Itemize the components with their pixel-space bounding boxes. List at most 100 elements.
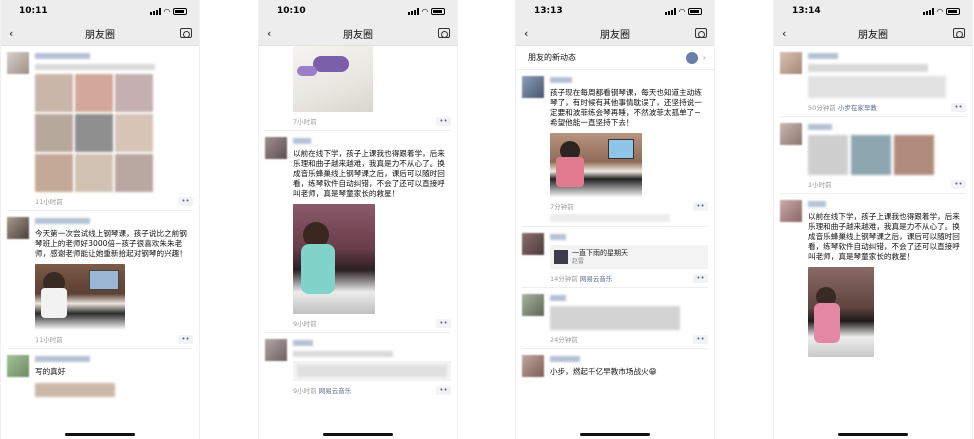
more-dots-icon[interactable]: •• xyxy=(693,201,708,211)
author-name[interactable] xyxy=(808,201,826,207)
post-photo[interactable] xyxy=(808,267,874,357)
more-dots-icon[interactable]: •• xyxy=(436,116,451,126)
post-photo[interactable] xyxy=(35,264,125,330)
signal-icon xyxy=(664,7,676,15)
moment-post: 7小时前 •• xyxy=(265,46,451,131)
avatar[interactable] xyxy=(7,52,29,74)
avatar[interactable] xyxy=(522,233,544,255)
nav-bar: ‹ 朋友圈 xyxy=(259,22,457,46)
home-indicator[interactable] xyxy=(323,433,393,436)
author-name[interactable] xyxy=(35,218,90,224)
author-name[interactable] xyxy=(293,340,313,346)
author-name[interactable] xyxy=(35,356,90,362)
author-name[interactable] xyxy=(550,356,580,362)
post-time: 9小时前 xyxy=(293,320,317,328)
post-text: 孩子现在每周都看钢琴课，每天也知道主动练琴了，有时候有其他事情耽误了，还坚持说一… xyxy=(550,88,702,127)
more-dots-icon[interactable]: •• xyxy=(436,318,451,328)
post-photo[interactable] xyxy=(293,46,373,112)
signal-icon xyxy=(922,7,934,15)
moment-post: 以前在线下学，孩子上课我也得跟着学，后来乐理和曲子越来越难，我真是力不从心了。换… xyxy=(265,131,451,333)
music-cover xyxy=(554,250,568,264)
back-arrow-icon[interactable]: ‹ xyxy=(524,27,528,40)
phone-screen-4: 13:14 ◠ ‹ 朋友圈 50分钟前 小步在家早教 •• 1小时前 •• 以前… xyxy=(773,0,973,439)
author-name[interactable] xyxy=(550,234,566,240)
avatar[interactable] xyxy=(265,339,287,361)
signal-icon xyxy=(149,7,161,15)
home-indicator[interactable] xyxy=(838,433,908,436)
moment-post: 50分钟前 小步在家早教 •• xyxy=(780,46,966,117)
more-dots-icon[interactable]: •• xyxy=(178,334,193,344)
author-name[interactable] xyxy=(808,53,838,59)
more-dots-icon[interactable]: •• xyxy=(178,196,193,206)
music-source[interactable]: 网易云音乐 xyxy=(580,275,613,283)
status-time: 13:13 xyxy=(534,6,563,16)
music-title: 一直下雨的星期天 xyxy=(572,248,628,257)
music-card[interactable] xyxy=(293,361,451,381)
status-time: 10:10 xyxy=(277,6,306,16)
author-name[interactable] xyxy=(35,53,90,59)
back-arrow-icon[interactable]: ‹ xyxy=(9,27,13,40)
music-card[interactable]: 一直下雨的星期天 赵雷 xyxy=(550,245,708,269)
camera-icon[interactable] xyxy=(180,28,192,38)
wifi-icon: ◠ xyxy=(421,6,428,16)
moment-post: 11小时前 •• xyxy=(7,46,193,211)
back-arrow-icon[interactable]: ‹ xyxy=(267,27,271,40)
new-feeds-entry[interactable]: 朋友的新动态 › xyxy=(516,46,714,70)
post-photo[interactable] xyxy=(550,133,642,197)
phone-screen-3: 13:13 ◠ ‹ 朋友圈 朋友的新动态 › 孩子现在每周都看钢琴课，每天也知道… xyxy=(515,0,715,439)
battery-icon xyxy=(173,7,187,15)
status-bar: 10:10 ◠ xyxy=(259,0,457,22)
battery-icon xyxy=(688,7,702,15)
phone-screen-2: 10:10 ◠ ‹ 朋友圈 7小时前 •• 以前在线下学，孩子上课我也得跟着学，… xyxy=(258,0,458,439)
avatar[interactable] xyxy=(780,52,802,74)
status-bar: 13:14 ◠ xyxy=(774,0,972,22)
moments-feed[interactable]: 50分钟前 小步在家早教 •• 1小时前 •• 以前在线下学，孩子上课我也得跟着学，… xyxy=(774,46,972,361)
moment-post: 1小时前 •• xyxy=(780,117,966,194)
more-dots-icon[interactable]: •• xyxy=(436,385,451,395)
nav-bar: ‹ 朋友圈 xyxy=(516,22,714,46)
more-dots-icon[interactable]: •• xyxy=(951,102,966,112)
post-text: 今天第一次尝试线上钢琴课，孩子说比之前钢琴班上的老师好3000倍~孩子很喜欢朱朱… xyxy=(35,229,187,258)
author-name[interactable] xyxy=(550,295,566,301)
avatar[interactable] xyxy=(522,355,544,377)
moments-feed[interactable]: 11小时前 •• 今天第一次尝试线上钢琴课，孩子说比之前钢琴班上的老师好3000倍… xyxy=(1,46,199,401)
more-dots-icon[interactable]: •• xyxy=(951,179,966,189)
page-title: 朋友圈 xyxy=(85,30,115,41)
camera-icon[interactable] xyxy=(438,28,450,38)
avatar[interactable] xyxy=(7,355,29,377)
post-time: 50分钟前 xyxy=(808,104,836,112)
author-name[interactable] xyxy=(808,124,832,130)
page-title: 朋友圈 xyxy=(858,30,888,41)
post-time: 11小时前 xyxy=(35,198,63,206)
avatar[interactable] xyxy=(265,137,287,159)
wifi-icon: ◠ xyxy=(936,6,943,16)
avatar[interactable] xyxy=(780,200,802,222)
signal-icon xyxy=(407,7,419,15)
battery-icon xyxy=(946,7,960,15)
moments-feed[interactable]: 孩子现在每周都看钢琴课，每天也知道主动练琴了，有时候有其他事情耽误了，还坚持说一… xyxy=(516,70,714,381)
avatar[interactable] xyxy=(7,217,29,239)
post-source[interactable]: 小步在家早教 xyxy=(838,104,877,112)
music-source[interactable]: 网易云音乐 xyxy=(319,387,352,395)
camera-icon[interactable] xyxy=(953,28,965,38)
author-name[interactable] xyxy=(293,138,311,144)
post-time: 11小时前 xyxy=(35,336,63,344)
avatar[interactable] xyxy=(780,123,802,145)
avatar[interactable] xyxy=(522,294,544,316)
post-photo[interactable] xyxy=(293,204,375,314)
wifi-icon: ◠ xyxy=(678,6,685,16)
back-arrow-icon[interactable]: ‹ xyxy=(782,27,786,40)
more-dots-icon[interactable]: •• xyxy=(693,334,708,344)
status-bar: 10:11 ◠ xyxy=(1,0,199,22)
camera-icon[interactable] xyxy=(695,28,707,38)
photo-grid[interactable] xyxy=(35,74,193,192)
moment-post: 24分钟前 •• xyxy=(522,288,708,349)
home-indicator[interactable] xyxy=(580,433,650,436)
post-time: 7小时前 xyxy=(293,118,317,126)
avatar[interactable] xyxy=(522,76,544,98)
status-bar: 13:13 ◠ xyxy=(516,0,714,22)
home-indicator[interactable] xyxy=(65,433,135,436)
more-dots-icon[interactable]: •• xyxy=(693,273,708,283)
author-name[interactable] xyxy=(550,77,572,83)
moments-feed[interactable]: 7小时前 •• 以前在线下学，孩子上课我也得跟着学，后来乐理和曲子越来越难，我真是… xyxy=(259,46,457,399)
